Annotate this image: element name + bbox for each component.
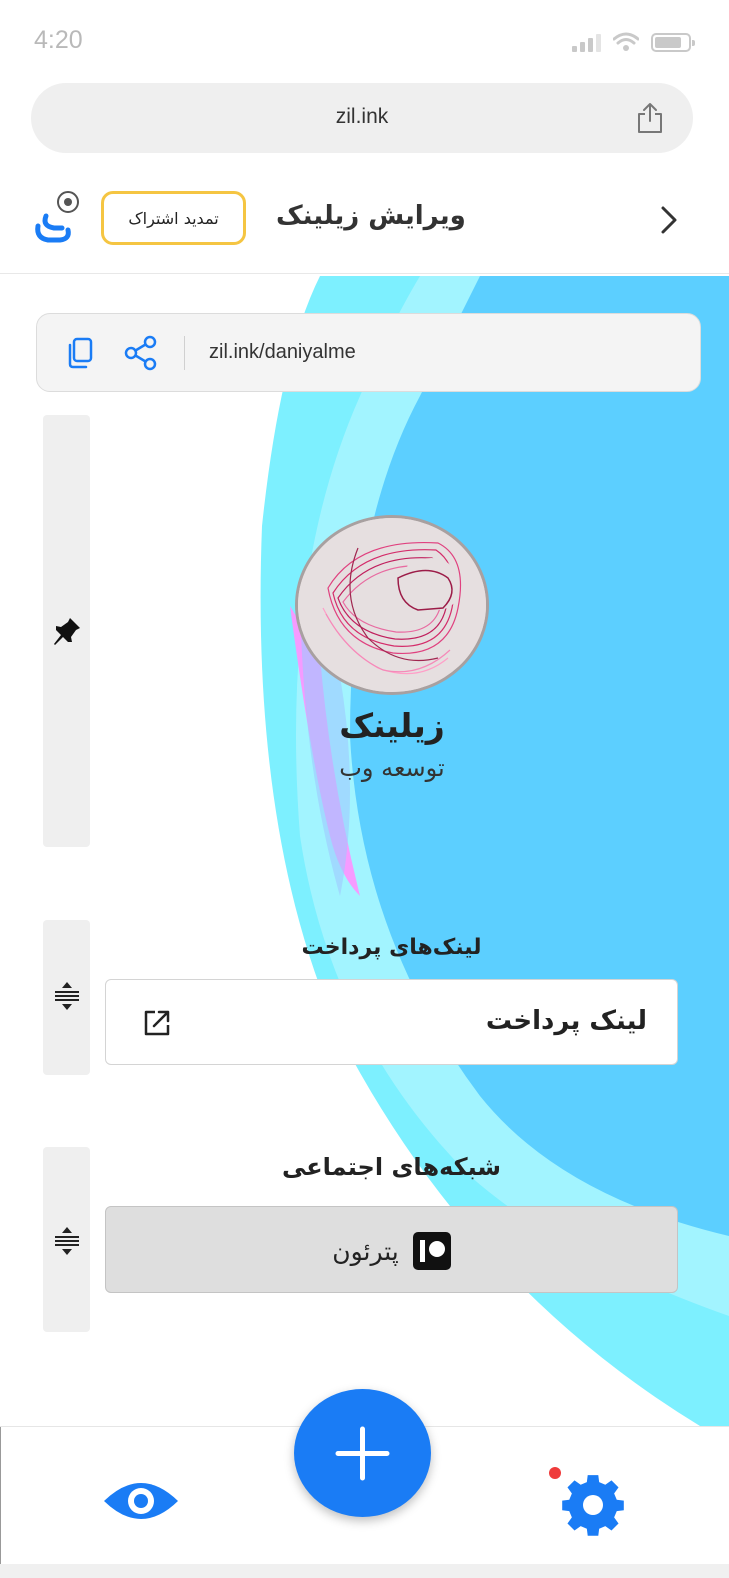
battery-icon xyxy=(651,33,695,52)
nav-edge xyxy=(0,1427,14,1578)
profile-subtitle: توسعه وب xyxy=(339,754,445,782)
eye-icon[interactable] xyxy=(102,1475,180,1527)
wifi-icon xyxy=(613,32,639,51)
share-icon[interactable] xyxy=(635,101,665,135)
plus-icon xyxy=(335,1426,390,1481)
status-icons xyxy=(572,32,695,52)
avatar-image xyxy=(298,518,486,692)
social-section-title: شبکه‌های اجتماعی xyxy=(281,1153,501,1181)
drag-handle-icon xyxy=(55,982,79,1010)
payment-section-title: لینک‌های پرداخت xyxy=(301,935,482,960)
zilink-logo-icon[interactable] xyxy=(30,188,86,248)
payment-link-label: لینک پرداخت xyxy=(485,1006,647,1036)
profile-block-handle[interactable] xyxy=(43,415,90,847)
drag-handle-icon xyxy=(55,1227,79,1255)
page-title: ویرایش زیلینک xyxy=(276,201,466,231)
profile-name: زیلینک xyxy=(339,706,445,745)
home-indicator-area xyxy=(0,1564,729,1578)
social-item-label: پترئون xyxy=(332,1236,399,1266)
chevron-right-icon[interactable] xyxy=(655,200,685,240)
signal-icon xyxy=(572,32,601,52)
patreon-icon xyxy=(412,1232,451,1270)
payment-block-handle[interactable] xyxy=(43,920,90,1075)
status-bar: 4:20 xyxy=(0,0,729,80)
app-header: تمدید اشتراک ویرایش زیلینک xyxy=(0,170,729,274)
share-nodes-icon[interactable] xyxy=(123,334,159,372)
renew-subscription-button[interactable]: تمدید اشتراک xyxy=(101,191,246,245)
social-item-patreon[interactable]: پترئون xyxy=(105,1206,678,1293)
payment-link-card[interactable]: لینک پرداخت xyxy=(105,979,678,1065)
external-link-icon xyxy=(144,1010,170,1036)
add-block-button[interactable] xyxy=(294,1389,431,1517)
profile-url[interactable]: zil.ink/daniyalme xyxy=(209,341,356,364)
address-bar[interactable]: zil.ink xyxy=(31,83,693,153)
url-text: zil.ink xyxy=(335,105,389,128)
status-time: 4:20 xyxy=(34,26,83,54)
gear-icon[interactable] xyxy=(545,1467,630,1537)
pin-icon xyxy=(54,618,80,645)
profile-link-bar: zil.ink/daniyalme xyxy=(36,313,701,392)
divider xyxy=(184,336,185,370)
notification-dot xyxy=(549,1467,561,1479)
copy-icon[interactable] xyxy=(65,336,95,370)
avatar[interactable] xyxy=(295,515,489,695)
social-block-handle[interactable] xyxy=(43,1147,90,1332)
